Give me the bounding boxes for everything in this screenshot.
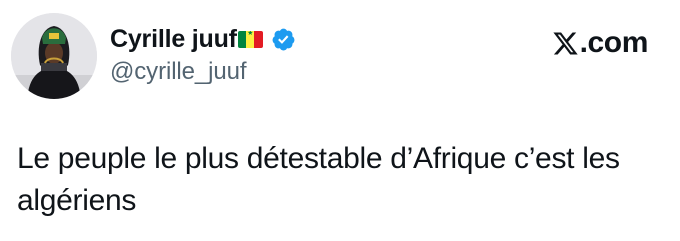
- brand-domain-text: .com: [579, 26, 649, 59]
- brand-link[interactable]: .com: [552, 26, 648, 60]
- author-display-name[interactable]: Cyrille juuf: [110, 25, 237, 54]
- senegal-flag-icon: ★: [237, 30, 263, 48]
- author-handle[interactable]: @cyrille_juuf: [110, 58, 490, 86]
- author-identity: Cyrille juuf ★ @cyrille_juuf: [110, 23, 490, 86]
- author-name-row: Cyrille juuf ★: [110, 23, 490, 55]
- x-logo-icon: [552, 32, 578, 54]
- verified-badge-icon: [272, 28, 295, 50]
- avatar-image: [11, 13, 97, 99]
- avatar[interactable]: [11, 13, 97, 99]
- tweet-text: Le peuple le plus détestable d’Afrique c…: [17, 142, 620, 217]
